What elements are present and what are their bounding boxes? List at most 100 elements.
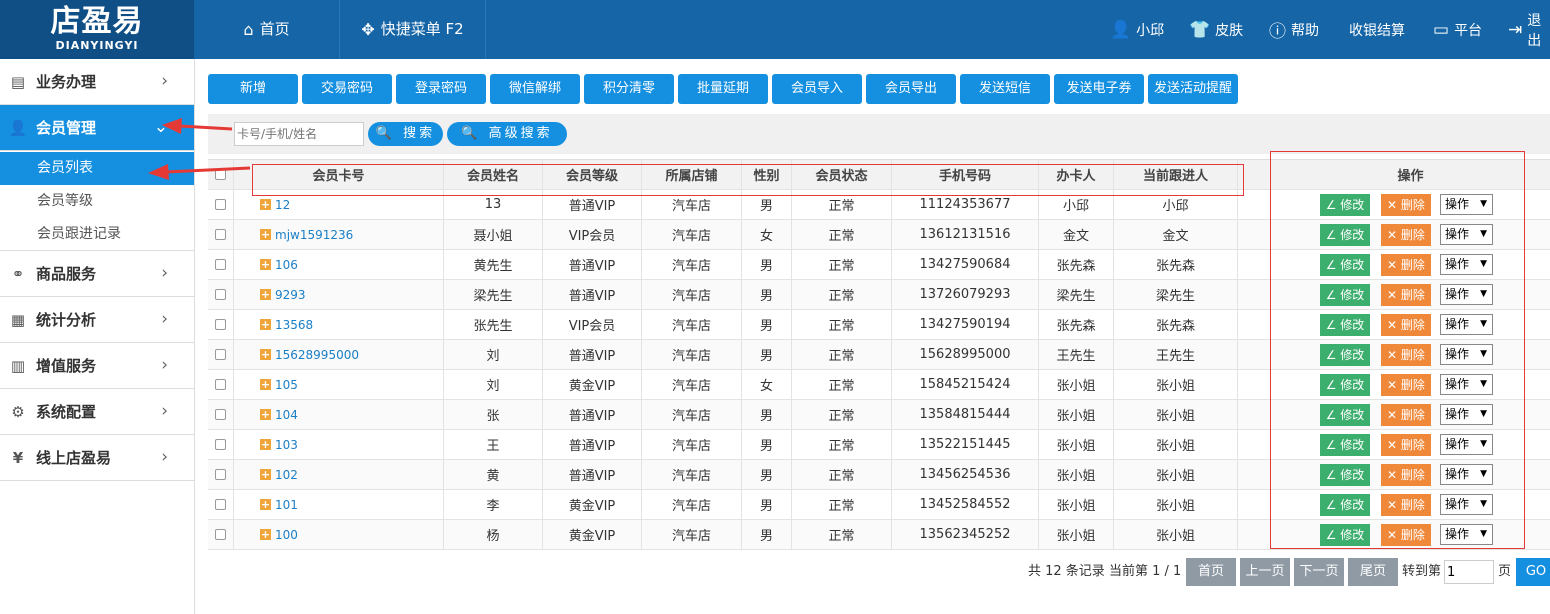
member-export-button[interactable]: 会员导出 xyxy=(866,74,956,104)
cell-card-no[interactable]: +100 xyxy=(234,520,444,549)
cell-card-no[interactable]: +12 xyxy=(234,190,444,219)
cell-card-no[interactable]: +106 xyxy=(234,250,444,279)
cell-card-no[interactable]: +15628995000 xyxy=(234,340,444,369)
card-number-link[interactable]: 13568 xyxy=(275,318,313,332)
select-all-checkbox[interactable] xyxy=(215,169,226,180)
header-name[interactable]: 会员姓名 xyxy=(444,160,543,189)
delete-button[interactable]: ✕ 删除 xyxy=(1381,254,1431,276)
sidebar-item-statistics[interactable]: ▦ 统计分析 › xyxy=(0,297,194,343)
go-button[interactable]: GO xyxy=(1516,558,1550,586)
delete-button[interactable]: ✕ 删除 xyxy=(1381,494,1431,516)
expand-icon[interactable]: + xyxy=(260,529,271,540)
operation-select[interactable]: 操作 ▼ xyxy=(1440,284,1493,305)
operation-select[interactable]: 操作 ▼ xyxy=(1440,434,1493,455)
logo[interactable]: 店盈易 DIANYINGYI xyxy=(0,0,194,59)
search-input[interactable] xyxy=(234,122,364,146)
row-checkbox[interactable] xyxy=(215,439,226,450)
sidebar-item-members[interactable]: 👤 会员管理 ⌄ xyxy=(0,105,194,151)
sidebar-item-online[interactable]: ¥ 线上店盈易 › xyxy=(0,435,194,481)
row-checkbox[interactable] xyxy=(215,319,226,330)
edit-button[interactable]: ∠ 修改 xyxy=(1320,224,1370,246)
operation-select[interactable]: 操作 ▼ xyxy=(1440,194,1493,215)
header-store[interactable]: 所属店铺 xyxy=(642,160,742,189)
first-page-button[interactable]: 首页 xyxy=(1186,558,1236,586)
sidebar-subitem-member-list[interactable]: 会员列表 xyxy=(0,152,194,185)
header-issuer[interactable]: 办卡人 xyxy=(1039,160,1114,189)
operation-select[interactable]: 操作 ▼ xyxy=(1440,374,1493,395)
trade-password-button[interactable]: 交易密码 xyxy=(302,74,392,104)
card-number-link[interactable]: 105 xyxy=(275,378,298,392)
header-status[interactable]: 会员状态 xyxy=(792,160,892,189)
delete-button[interactable]: ✕ 删除 xyxy=(1381,524,1431,546)
login-password-button[interactable]: 登录密码 xyxy=(396,74,486,104)
sidebar-subitem-follow-up[interactable]: 会员跟进记录 xyxy=(0,218,194,251)
send-sms-button[interactable]: 发送短信 xyxy=(960,74,1050,104)
operation-select[interactable]: 操作 ▼ xyxy=(1440,344,1493,365)
cell-card-no[interactable]: +103 xyxy=(234,430,444,459)
cell-card-no[interactable]: + mjw1591236 xyxy=(234,220,444,249)
edit-button[interactable]: ∠ 修改 xyxy=(1320,194,1370,216)
delete-button[interactable]: ✕ 删除 xyxy=(1381,434,1431,456)
cell-card-no[interactable]: +9293 xyxy=(234,280,444,309)
expand-icon[interactable]: + xyxy=(260,319,271,330)
row-checkbox[interactable] xyxy=(215,409,226,420)
delete-button[interactable]: ✕ 删除 xyxy=(1381,404,1431,426)
edit-button[interactable]: ∠ 修改 xyxy=(1320,284,1370,306)
card-number-link[interactable]: 100 xyxy=(275,528,298,542)
user-menu[interactable]: 👤 小邱 xyxy=(1110,0,1164,59)
platform-button[interactable]: ▭ 平台 xyxy=(1433,0,1482,59)
skin-button[interactable]: 👕 皮肤 xyxy=(1189,0,1243,59)
card-number-link[interactable]: 101 xyxy=(275,498,298,512)
operation-select[interactable]: 操作 ▼ xyxy=(1440,224,1493,245)
expand-icon[interactable]: + xyxy=(260,469,271,480)
operation-select[interactable]: 操作 ▼ xyxy=(1440,464,1493,485)
card-number-link[interactable]: 104 xyxy=(275,408,298,422)
page-number-input[interactable] xyxy=(1444,560,1494,584)
delete-button[interactable]: ✕ 删除 xyxy=(1381,194,1431,216)
cell-card-no[interactable]: +105 xyxy=(234,370,444,399)
delete-button[interactable]: ✕ 删除 xyxy=(1381,464,1431,486)
edit-button[interactable]: ∠ 修改 xyxy=(1320,254,1370,276)
expand-icon[interactable]: + xyxy=(260,199,271,210)
edit-button[interactable]: ∠ 修改 xyxy=(1320,344,1370,366)
expand-icon[interactable]: + xyxy=(260,349,271,360)
nav-quick-menu[interactable]: ✥ 快捷菜单 F2 xyxy=(340,0,486,59)
expand-icon[interactable]: + xyxy=(260,439,271,450)
row-checkbox[interactable] xyxy=(215,529,226,540)
row-checkbox[interactable] xyxy=(215,289,226,300)
operation-select[interactable]: 操作 ▼ xyxy=(1440,404,1493,425)
cell-card-no[interactable]: +104 xyxy=(234,400,444,429)
member-import-button[interactable]: 会员导入 xyxy=(772,74,862,104)
checkout-button[interactable]: 收银结算 xyxy=(1349,0,1405,59)
operation-select[interactable]: 操作 ▼ xyxy=(1440,524,1493,545)
help-button[interactable]: ⓘ 帮助 xyxy=(1269,0,1319,59)
sidebar-item-settings[interactable]: ⚙ 系统配置 › xyxy=(0,389,194,435)
next-page-button[interactable]: 下一页 xyxy=(1294,558,1344,586)
operation-select[interactable]: 操作 ▼ xyxy=(1440,314,1493,335)
card-number-link[interactable]: 12 xyxy=(275,198,290,212)
edit-button[interactable]: ∠ 修改 xyxy=(1320,464,1370,486)
sidebar-subitem-member-level[interactable]: 会员等级 xyxy=(0,185,194,218)
logout-button[interactable]: ⇥ 退出 xyxy=(1508,0,1550,59)
row-checkbox[interactable] xyxy=(215,349,226,360)
row-checkbox[interactable] xyxy=(215,499,226,510)
sidebar-item-business[interactable]: ▤ 业务办理 › xyxy=(0,59,194,105)
expand-icon[interactable]: + xyxy=(260,229,271,240)
edit-button[interactable]: ∠ 修改 xyxy=(1320,524,1370,546)
cell-card-no[interactable]: +102 xyxy=(234,460,444,489)
prev-page-button[interactable]: 上一页 xyxy=(1240,558,1290,586)
row-checkbox[interactable] xyxy=(215,469,226,480)
delete-button[interactable]: ✕ 删除 xyxy=(1381,374,1431,396)
expand-icon[interactable]: + xyxy=(260,289,271,300)
delete-button[interactable]: ✕ 删除 xyxy=(1381,284,1431,306)
row-checkbox[interactable] xyxy=(215,229,226,240)
cell-card-no[interactable]: +13568 xyxy=(234,310,444,339)
last-page-button[interactable]: 尾页 xyxy=(1348,558,1398,586)
card-number-link[interactable]: mjw1591236 xyxy=(275,228,353,242)
edit-button[interactable]: ∠ 修改 xyxy=(1320,494,1370,516)
delete-button[interactable]: ✕ 删除 xyxy=(1381,344,1431,366)
card-number-link[interactable]: 9293 xyxy=(275,288,306,302)
send-coupon-button[interactable]: 发送电子券 xyxy=(1054,74,1144,104)
card-number-link[interactable]: 102 xyxy=(275,468,298,482)
delete-button[interactable]: ✕ 删除 xyxy=(1381,314,1431,336)
